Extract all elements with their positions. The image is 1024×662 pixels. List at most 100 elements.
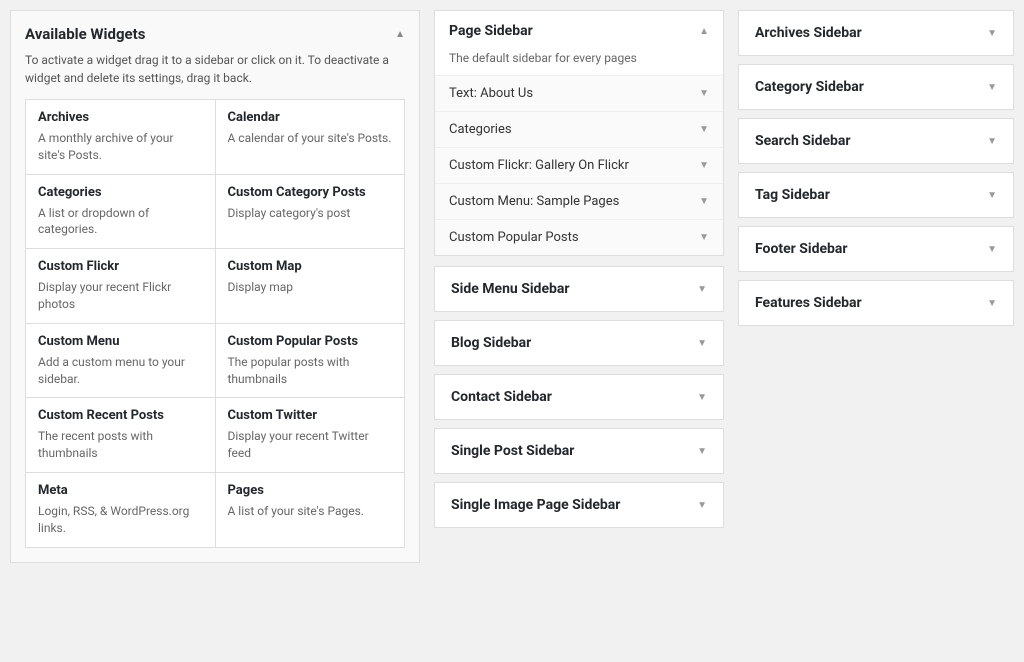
widget-item-custom-recent-posts[interactable]: Custom Recent Posts The recent posts wit… (26, 398, 215, 472)
collapsed-sidebar-title: Single Post Sidebar (451, 443, 574, 459)
page-sidebar-panel: Page Sidebar ▲ The default sidebar for e… (434, 10, 724, 563)
chevron-down-icon: ▼ (697, 392, 707, 403)
page-sidebar-widgets: Text: About Us ▼ Categories ▼ Custom Fli… (435, 75, 723, 255)
widget-item-calendar[interactable]: Calendar A calendar of your site's Posts… (216, 100, 405, 174)
page-sidebar-subtitle: The default sidebar for every pages (435, 51, 723, 75)
widget-item-custom-popular-posts[interactable]: Custom Popular Posts The popular posts w… (216, 324, 405, 398)
collapsed-sidebar-header[interactable]: Side Menu Sidebar ▼ (435, 267, 723, 311)
chevron-down-icon: ▼ (697, 446, 707, 457)
widget-desc: The popular posts with thumbnails (228, 354, 393, 388)
widget-name: Archives (38, 110, 203, 125)
collapsed-sidebar-header[interactable]: Contact Sidebar ▼ (435, 375, 723, 419)
other-sidebar-title: Footer Sidebar (755, 241, 848, 257)
widget-desc: The recent posts with thumbnails (38, 428, 203, 462)
chevron-down-icon: ▼ (699, 160, 709, 171)
other-sidebar-title: Archives Sidebar (755, 25, 862, 41)
chevron-down-icon: ▼ (987, 190, 997, 201)
other-sidebar-title: Search Sidebar (755, 133, 851, 149)
collapsed-sidebar: Blog Sidebar ▼ (434, 320, 724, 366)
collapsed-sidebars-middle: Side Menu Sidebar ▼ Blog Sidebar ▼ Conta… (434, 266, 724, 528)
collapsed-sidebar-header[interactable]: Single Post Sidebar ▼ (435, 429, 723, 473)
chevron-down-icon: ▼ (987, 28, 997, 39)
other-sidebar-item[interactable]: Tag Sidebar ▼ (738, 172, 1014, 218)
widget-desc: Login, RSS, & WordPress.org links. (38, 503, 203, 537)
sidebar-widget-label: Custom Menu: Sample Pages (449, 194, 619, 209)
widget-desc: Display your recent Twitter feed (228, 428, 393, 462)
sidebar-widget-item[interactable]: Custom Popular Posts ▼ (435, 219, 723, 255)
chevron-down-icon: ▼ (697, 500, 707, 511)
widget-desc: A monthly archive of your site's Posts. (38, 130, 203, 164)
collapsed-sidebar-title: Blog Sidebar (451, 335, 531, 351)
collapse-arrow-icon[interactable]: ▲ (395, 29, 405, 40)
chevron-down-icon: ▼ (987, 82, 997, 93)
widget-name: Custom Flickr (38, 259, 203, 274)
widget-name: Meta (38, 483, 203, 498)
sidebar-widget-item[interactable]: Custom Flickr: Gallery On Flickr ▼ (435, 147, 723, 183)
sidebar-widget-item[interactable]: Text: About Us ▼ (435, 75, 723, 111)
widget-item-pages[interactable]: Pages A list of your site's Pages. (216, 473, 405, 547)
chevron-down-icon: ▼ (699, 88, 709, 99)
available-widgets-description: To activate a widget drag it to a sideba… (25, 51, 405, 87)
sidebar-widget-item[interactable]: Categories ▼ (435, 111, 723, 147)
other-sidebar-title: Tag Sidebar (755, 187, 830, 203)
widget-name: Custom Category Posts (228, 185, 393, 200)
widget-name: Custom Menu (38, 334, 203, 349)
widget-item-categories[interactable]: Categories A list or dropdown of categor… (26, 175, 215, 249)
widget-item-custom-map[interactable]: Custom Map Display map (216, 249, 405, 323)
widget-name: Categories (38, 185, 203, 200)
widget-desc: A list or dropdown of categories. (38, 205, 203, 239)
widget-item-archives[interactable]: Archives A monthly archive of your site'… (26, 100, 215, 174)
widget-desc: A calendar of your site's Posts. (228, 130, 393, 147)
page-sidebar-header: Page Sidebar ▲ (435, 11, 723, 51)
other-sidebar-item[interactable]: Category Sidebar ▼ (738, 64, 1014, 110)
page-sidebar-section: Page Sidebar ▲ The default sidebar for e… (434, 10, 724, 256)
widget-desc: Display map (228, 279, 393, 296)
collapsed-sidebar: Contact Sidebar ▼ (434, 374, 724, 420)
other-sidebars-panel: Archives Sidebar ▼ Category Sidebar ▼ Se… (738, 10, 1014, 563)
page-sidebar-collapse-icon[interactable]: ▲ (699, 26, 709, 37)
collapsed-sidebar-header[interactable]: Blog Sidebar ▼ (435, 321, 723, 365)
widget-name: Custom Twitter (228, 408, 393, 423)
other-sidebar-item[interactable]: Search Sidebar ▼ (738, 118, 1014, 164)
chevron-down-icon: ▼ (987, 244, 997, 255)
chevron-down-icon: ▼ (987, 136, 997, 147)
sidebar-widget-item[interactable]: Custom Menu: Sample Pages ▼ (435, 183, 723, 219)
widget-item-custom-menu[interactable]: Custom Menu Add a custom menu to your si… (26, 324, 215, 398)
widget-name: Custom Recent Posts (38, 408, 203, 423)
sidebar-widget-label: Categories (449, 122, 512, 137)
collapsed-sidebar-title: Single Image Page Sidebar (451, 497, 620, 513)
chevron-down-icon: ▼ (699, 232, 709, 243)
widget-name: Custom Map (228, 259, 393, 274)
widget-item-custom-category-posts[interactable]: Custom Category Posts Display category's… (216, 175, 405, 249)
available-widgets-title: Available Widgets (25, 25, 145, 43)
chevron-down-icon: ▼ (697, 284, 707, 295)
widget-item-meta[interactable]: Meta Login, RSS, & WordPress.org links. (26, 473, 215, 547)
collapsed-sidebar-header[interactable]: Single Image Page Sidebar ▼ (435, 483, 723, 527)
sidebar-widget-label: Custom Flickr: Gallery On Flickr (449, 158, 629, 173)
widget-name: Custom Popular Posts (228, 334, 393, 349)
widgets-grid: Archives A monthly archive of your site'… (25, 99, 405, 548)
widget-desc: Add a custom menu to your sidebar. (38, 354, 203, 388)
available-widgets-header: Available Widgets ▲ (25, 25, 405, 43)
collapsed-sidebar-title: Side Menu Sidebar (451, 281, 570, 297)
sidebar-widget-label: Custom Popular Posts (449, 230, 579, 245)
widget-desc: A list of your site's Pages. (228, 503, 393, 520)
chevron-down-icon: ▼ (699, 124, 709, 135)
collapsed-sidebar: Single Post Sidebar ▼ (434, 428, 724, 474)
other-sidebar-item[interactable]: Archives Sidebar ▼ (738, 10, 1014, 56)
available-widgets-panel: Available Widgets ▲ To activate a widget… (10, 10, 420, 563)
chevron-down-icon: ▼ (697, 338, 707, 349)
widget-item-custom-flickr[interactable]: Custom Flickr Display your recent Flickr… (26, 249, 215, 323)
widget-name: Pages (228, 483, 393, 498)
widget-desc: Display your recent Flickr photos (38, 279, 203, 313)
other-sidebar-item[interactable]: Features Sidebar ▼ (738, 280, 1014, 326)
page-sidebar-title: Page Sidebar (449, 23, 533, 39)
other-sidebar-item[interactable]: Footer Sidebar ▼ (738, 226, 1014, 272)
chevron-down-icon: ▼ (699, 196, 709, 207)
other-sidebar-title: Category Sidebar (755, 79, 864, 95)
widget-name: Calendar (228, 110, 393, 125)
collapsed-sidebar: Single Image Page Sidebar ▼ (434, 482, 724, 528)
collapsed-sidebar: Side Menu Sidebar ▼ (434, 266, 724, 312)
widget-item-custom-twitter[interactable]: Custom Twitter Display your recent Twitt… (216, 398, 405, 472)
sidebar-widget-label: Text: About Us (449, 86, 533, 101)
